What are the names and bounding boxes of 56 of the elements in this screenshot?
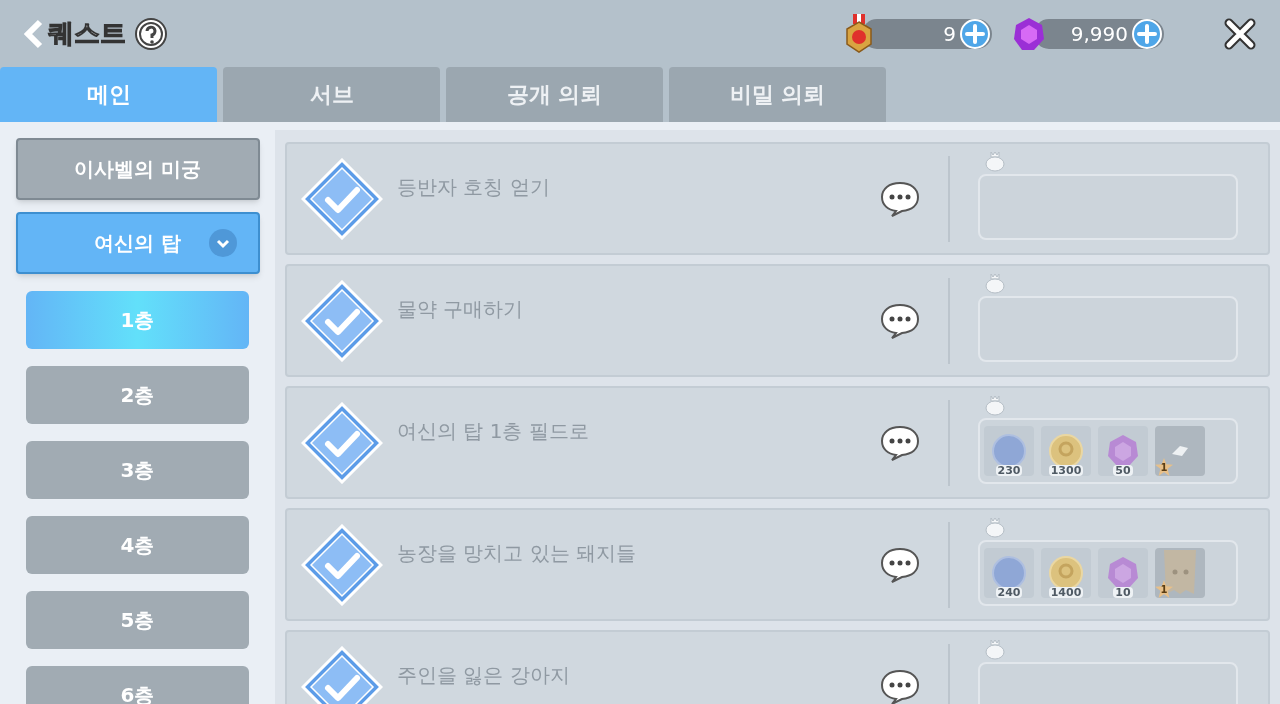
chevron-down-icon: [207, 228, 238, 258]
reward-amount: 1400: [1048, 587, 1084, 598]
medal-icon: [844, 13, 874, 54]
reward-amount: 1300: [1048, 465, 1084, 476]
reward-amount: 10: [1113, 587, 1133, 598]
reward-slot[interactable]: 1: [1155, 548, 1205, 598]
reward-amount: 240: [995, 587, 1023, 598]
quest-card[interactable]: 등반자 호칭 얻기: [285, 142, 1270, 255]
reward-slot[interactable]: 230: [984, 426, 1034, 476]
currency-amount: 9,990: [1070, 20, 1128, 48]
quest-card[interactable]: 여신의 탑 1층 필드로 230 1300 50 1: [285, 386, 1270, 499]
add-button[interactable]: [960, 18, 990, 49]
reward-bag-icon: [984, 150, 1006, 172]
reward-slot[interactable]: 10: [1098, 548, 1148, 598]
reward-slot[interactable]: 1: [1155, 426, 1205, 476]
tab[interactable]: 서브: [223, 67, 440, 122]
floor-button[interactable]: 1층: [26, 291, 249, 349]
category-button[interactable]: 여신의 탑: [15, 212, 260, 274]
close-icon[interactable]: [1224, 17, 1256, 50]
currency-amount: 9: [943, 20, 956, 48]
reward-amount: 230: [995, 465, 1023, 476]
help-icon[interactable]: [134, 16, 168, 51]
floor-button[interactable]: 3층: [26, 441, 249, 499]
reward-slot[interactable]: 240: [984, 548, 1034, 598]
quest-title: 주인을 잃은 강아지: [397, 663, 570, 687]
quest-card[interactable]: 농장을 망치고 있는 돼지들 240 1400 10 1: [285, 508, 1270, 621]
reward-bag-icon: [984, 516, 1006, 538]
chat-bubble-icon[interactable]: [880, 423, 920, 462]
quest-title: 물약 구매하기: [397, 297, 524, 321]
quest-title: 등반자 호칭 얻기: [397, 175, 550, 199]
reward-bag-icon: [984, 272, 1006, 294]
reward-amount: 50: [1113, 465, 1133, 476]
chat-bubble-icon[interactable]: [880, 545, 920, 584]
chat-bubble-icon[interactable]: [880, 667, 920, 704]
tab[interactable]: 공개 의뢰: [446, 67, 663, 122]
screen-title: 퀘스트: [48, 17, 126, 50]
gem-icon: [1012, 16, 1046, 51]
chat-bubble-icon[interactable]: [880, 301, 920, 340]
tab[interactable]: 메인: [0, 67, 217, 122]
reward-slot[interactable]: 50: [1098, 426, 1148, 476]
reward-bag-icon: [984, 394, 1006, 416]
reward-bag-icon: [984, 638, 1006, 660]
quest-title: 여신의 탑 1층 필드로: [397, 419, 589, 443]
floor-button[interactable]: 4층: [26, 516, 249, 574]
tab[interactable]: 비밀 의뢰: [669, 67, 886, 122]
reward-slot[interactable]: 1400: [1041, 548, 1091, 598]
quest-card[interactable]: 물약 구매하기: [285, 264, 1270, 377]
reward-slot[interactable]: 1300: [1041, 426, 1091, 476]
category-button[interactable]: 이사벨의 미궁: [15, 138, 260, 200]
chat-bubble-icon[interactable]: [880, 179, 920, 218]
floor-button[interactable]: 2층: [26, 366, 249, 424]
stone-icon: [1170, 444, 1190, 458]
add-button[interactable]: [1132, 18, 1162, 49]
floor-button[interactable]: 5층: [26, 591, 249, 649]
quest-title: 농장을 망치고 있는 돼지들: [397, 541, 637, 565]
quest-card[interactable]: 주인을 잃은 강아지: [285, 630, 1270, 704]
